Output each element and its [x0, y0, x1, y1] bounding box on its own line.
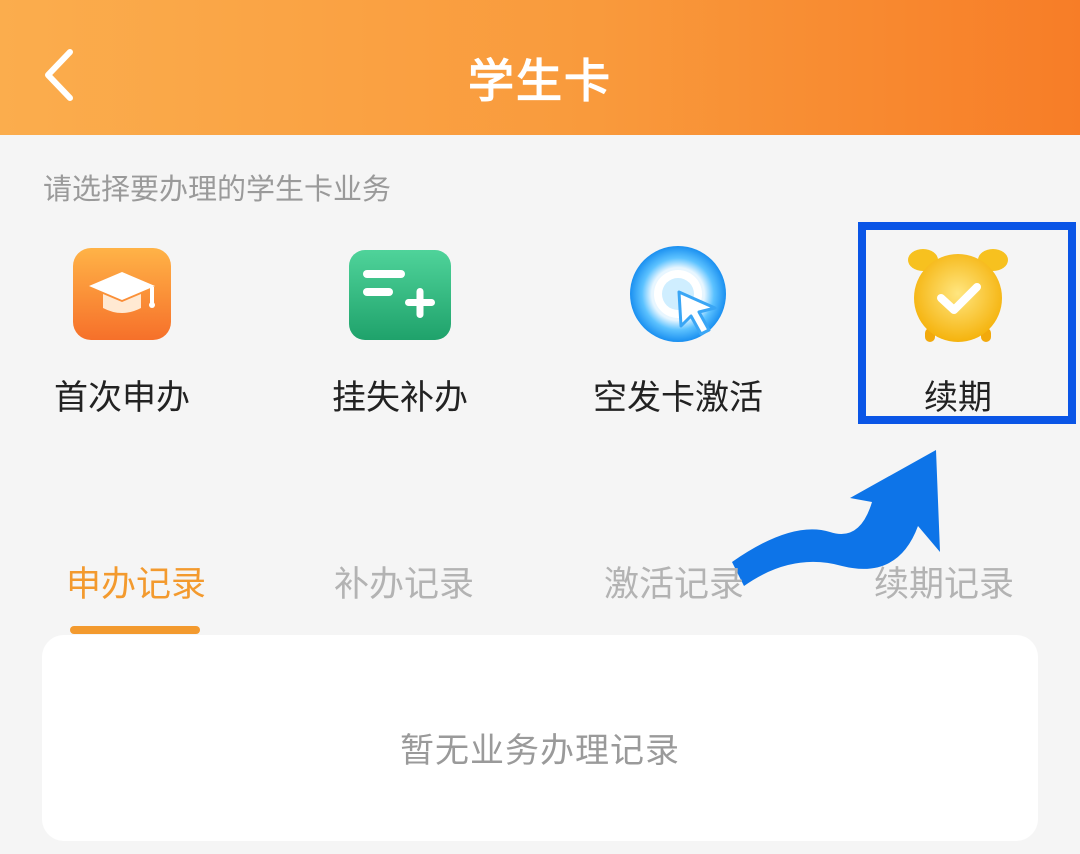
service-first-apply[interactable]: 首次申办	[12, 232, 232, 422]
empty-records-text: 暂无业务办理记录	[400, 731, 680, 771]
tab-renewal-records[interactable]: 续期记录	[834, 556, 1054, 636]
tab-apply-records[interactable]: 申办记录	[26, 556, 246, 636]
page-title: 学生卡	[468, 54, 612, 108]
tab-reissue-records[interactable]: 补办记录	[294, 556, 514, 636]
card-add-icon	[345, 242, 455, 352]
header-bar: 学生卡	[0, 0, 1080, 135]
tab-activation-records[interactable]: 激活记录	[564, 556, 784, 636]
service-label: 空发卡激活	[593, 378, 763, 418]
service-loss-reissue[interactable]: 挂失补办	[290, 232, 510, 422]
active-tab-indicator	[70, 626, 200, 634]
service-label: 挂失补办	[332, 378, 468, 418]
graduation-cap-icon	[67, 242, 177, 352]
activate-cursor-icon	[623, 242, 733, 352]
service-blank-card-activate[interactable]: 空发卡激活	[568, 232, 788, 422]
service-prompt: 请选择要办理的学生卡业务	[43, 172, 392, 206]
student-card-page: 学生卡 请选择要办理的学生卡业务 首次申办 挂失补办 空发卡激活 续期 申办记录…	[0, 0, 1080, 854]
service-label: 首次申办	[54, 378, 190, 418]
records-card: 暂无业务办理记录	[42, 635, 1038, 841]
highlight-box	[858, 222, 1076, 424]
